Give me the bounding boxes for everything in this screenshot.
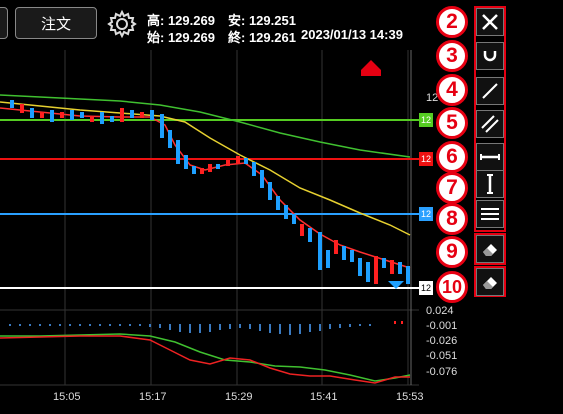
price-chart[interactable]: [0, 50, 419, 414]
price-tag-green: 12: [419, 113, 433, 127]
back-button[interactable]: [0, 7, 8, 39]
callout-number: 2: [436, 6, 468, 38]
time-axis-label: 15:53: [396, 391, 424, 403]
callout-number: 9: [436, 236, 468, 268]
horizontal-line-icon: [480, 154, 500, 160]
multi-horizontal-lines-tool-button[interactable]: [476, 200, 504, 228]
callout-number: 3: [436, 40, 468, 72]
eraser-all-icon: [483, 277, 497, 289]
callout-number: 8: [436, 203, 468, 235]
callout-number: 7: [436, 172, 468, 204]
vertical-line-icon: [487, 174, 493, 194]
quote-open: 始: 129.269: [147, 30, 215, 45]
osc-axis-label: -0.001: [426, 320, 458, 332]
time-axis-label: 15:29: [225, 391, 253, 403]
ma-fast-line: [0, 107, 411, 269]
close-drawing-button[interactable]: [476, 8, 504, 36]
horizontal-line-tool-button[interactable]: [476, 143, 504, 171]
magnet-icon: [483, 51, 497, 62]
trendline-tool-button[interactable]: [476, 77, 504, 105]
time-axis-label: 15:17: [139, 391, 167, 403]
oscillator-green-line: [0, 333, 411, 382]
eraser-all-tool-button[interactable]: [476, 268, 504, 296]
trendline-icon: [482, 83, 498, 99]
gear-icon[interactable]: [107, 9, 137, 39]
quote-close: 終: 129.261: [228, 30, 296, 45]
time-axis-label: 15:05: [53, 391, 81, 403]
oscillator-histogram: [9, 321, 403, 335]
callout-number: 4: [436, 74, 468, 106]
order-button[interactable]: 注文: [15, 7, 97, 39]
osc-axis-label: -0.026: [426, 335, 458, 347]
price-tag-red: 12: [419, 152, 433, 166]
high-marker-icon: [361, 60, 381, 76]
close-icon: [482, 14, 498, 30]
oscillator-red-line: [0, 335, 410, 384]
callout-number: 6: [436, 141, 468, 173]
osc-axis-label: -0.051: [426, 350, 458, 362]
osc-axis-label: 0.024: [426, 305, 454, 317]
callout-number: 5: [436, 107, 468, 139]
ma-slow-line: [0, 94, 411, 158]
time-axis-label: 15:41: [310, 391, 338, 403]
vertical-line-tool-button[interactable]: [476, 170, 504, 198]
eraser-icon: [483, 244, 497, 256]
parallel-lines-tool-button[interactable]: [476, 110, 504, 138]
quote-datetime: 2023/01/13 14:39: [301, 27, 403, 42]
eraser-tool-button[interactable]: [476, 235, 504, 263]
price-tag-blue: 12: [419, 207, 433, 221]
callout-number: 10: [436, 271, 468, 303]
candlesticks: [10, 100, 410, 284]
osc-axis-label: -0.076: [426, 366, 458, 378]
ma-mid-line: [0, 101, 411, 236]
parallel-lines-icon: [481, 115, 499, 133]
multi-horizontal-lines-icon: [481, 208, 499, 220]
magnet-tool-button[interactable]: [476, 42, 504, 70]
price-tag-white: 12: [419, 281, 433, 295]
